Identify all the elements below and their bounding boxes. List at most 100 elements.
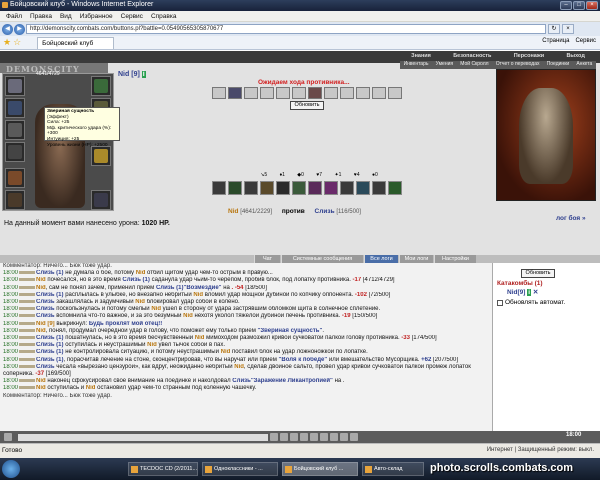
online-user[interactable]: Nid[9] i ✕	[507, 288, 538, 296]
spell-slot[interactable]	[228, 87, 242, 99]
attack-slot[interactable]	[244, 87, 258, 99]
target-name[interactable]: Nid	[136, 270, 146, 276]
attack-slot[interactable]	[212, 87, 226, 99]
actor-name[interactable]: Nid	[36, 328, 46, 334]
actor-name[interactable]: Слизь (1)	[36, 292, 64, 298]
equip-slot-amulet[interactable]	[5, 98, 25, 118]
sub-skills[interactable]: Умения	[436, 61, 453, 69]
menu-file[interactable]: Файл	[2, 13, 26, 20]
actor-name[interactable]: Слизь	[36, 364, 55, 370]
tools-menu[interactable]: Сервис	[575, 38, 596, 44]
target-name[interactable]: Слизь (1)	[122, 277, 150, 283]
target-name[interactable]: Слизь (1)	[156, 285, 184, 291]
actor-name[interactable]: Nid [9]	[36, 321, 55, 327]
attack-slot[interactable]	[356, 87, 370, 99]
nav-knowledge[interactable]: Знания	[411, 53, 431, 61]
target-name[interactable]: Nid	[221, 349, 231, 355]
tab-all-logs[interactable]: Все логи	[364, 255, 398, 263]
actor-name[interactable]: Слизь (1)	[36, 349, 64, 355]
effect-icon[interactable]	[212, 181, 226, 195]
effect-icon[interactable]	[292, 181, 306, 195]
target-name[interactable]: Слизь	[232, 378, 251, 384]
close-icon[interactable]: ✕	[533, 289, 538, 296]
target-name[interactable]: Nid	[135, 299, 145, 305]
vs-left-name[interactable]: Nid	[228, 208, 238, 215]
close-button[interactable]: ×	[586, 1, 598, 10]
tab-chat[interactable]: Чат	[254, 255, 280, 263]
battle-log-link[interactable]: лог боя »	[556, 215, 586, 222]
info-icon[interactable]: i	[527, 289, 532, 296]
send-icon[interactable]	[270, 433, 278, 441]
refresh-button[interactable]: ↻	[548, 24, 560, 34]
nav-characters[interactable]: Персонажи	[514, 53, 544, 61]
equip-slot-boots[interactable]	[5, 190, 25, 210]
equip-slot-armor[interactable]	[5, 142, 25, 162]
equip-slot-weapon[interactable]	[5, 120, 25, 140]
actor-name[interactable]: Слизь (1)	[36, 342, 64, 348]
equip-slot-helmet[interactable]	[5, 76, 25, 96]
sub-transfers[interactable]: Отчет о переводах	[496, 61, 540, 69]
stop-button[interactable]: ×	[562, 24, 574, 34]
taskbar-item[interactable]: TECDOC CD (2/2011...	[128, 462, 198, 476]
attack-slot[interactable]	[292, 87, 306, 99]
sub-battles[interactable]: Поединки	[547, 61, 570, 69]
taskbar-item[interactable]: Одноклассники - ...	[202, 462, 278, 476]
minimize-button[interactable]: –	[560, 1, 572, 10]
equip-slot-ring[interactable]	[91, 146, 111, 166]
effect-icon[interactable]	[308, 181, 322, 195]
vs-right-name[interactable]: Слизь	[315, 208, 335, 215]
equip-slot-earring[interactable]	[91, 76, 111, 96]
actor-name[interactable]: Слизь (1)	[36, 335, 64, 341]
actor-name[interactable]: Слизь (1)	[36, 357, 64, 363]
maximize-button[interactable]: □	[573, 1, 585, 10]
smile-icon[interactable]	[280, 433, 288, 441]
settings-icon[interactable]	[330, 433, 338, 441]
scroll-icon[interactable]	[4, 433, 12, 441]
add-favorite-icon[interactable]: ☆	[13, 37, 21, 48]
actor-name[interactable]: Nid	[36, 285, 46, 291]
effect-icon[interactable]	[340, 181, 354, 195]
sub-inventory[interactable]: Инвентарь	[404, 61, 429, 69]
target-name[interactable]: Nid	[195, 335, 205, 341]
effect-icon[interactable]	[372, 181, 386, 195]
actor-name[interactable]: Слизь	[36, 306, 55, 312]
sub-scroll[interactable]: Мой Скролл	[460, 61, 488, 69]
attack-slot[interactable]	[388, 87, 402, 99]
chat-input[interactable]	[18, 433, 268, 441]
equip-slot-legs[interactable]	[91, 190, 111, 210]
menu-help[interactable]: Справка	[147, 13, 181, 20]
auto-refresh[interactable]: Обновлять автомат.	[497, 299, 565, 306]
actor-name[interactable]: Nid	[36, 378, 46, 384]
attack-slot[interactable]	[276, 87, 290, 99]
clear-icon[interactable]	[290, 433, 298, 441]
spell-slot[interactable]	[308, 87, 322, 99]
forward-button[interactable]: ▶	[14, 23, 25, 35]
battle-refresh-button[interactable]: Обновить	[290, 101, 324, 110]
tab-my-logs[interactable]: Мои логи	[399, 255, 433, 263]
effect-icon[interactable]	[228, 181, 242, 195]
taskbar-item[interactable]: Авто-склад	[362, 462, 424, 476]
nav-security[interactable]: Безопасность	[453, 53, 491, 61]
target-name[interactable]: Nid	[234, 364, 244, 370]
actor-name[interactable]: Nid	[36, 277, 46, 283]
equip-slot-belt[interactable]	[5, 168, 25, 188]
target-name[interactable]: Nid	[183, 313, 193, 319]
favorites-star-icon[interactable]: ★	[3, 37, 11, 48]
nav-exit[interactable]: Выход	[566, 53, 584, 61]
attack-slot[interactable]	[340, 87, 354, 99]
target-name[interactable]: Nid	[86, 385, 96, 391]
effect-icon[interactable]	[244, 181, 258, 195]
help-icon[interactable]	[340, 433, 348, 441]
target-name[interactable]: Nid	[193, 292, 203, 298]
filter-icon[interactable]	[300, 433, 308, 441]
menu-favorites[interactable]: Избранное	[76, 13, 117, 20]
effect-icon[interactable]	[276, 181, 290, 195]
target-name[interactable]: Nid	[147, 342, 157, 348]
auto-refresh-checkbox[interactable]	[497, 299, 503, 306]
sound-icon[interactable]	[320, 433, 328, 441]
effect-icon[interactable]	[388, 181, 402, 195]
url-input[interactable]: http://demonscity.combats.com/buttons.pl…	[26, 24, 546, 34]
taskbar-item-active[interactable]: Бойцовский клуб ...	[282, 462, 358, 476]
tab-settings[interactable]: Настройки	[434, 255, 476, 263]
page-menu[interactable]: Страница	[542, 38, 569, 44]
